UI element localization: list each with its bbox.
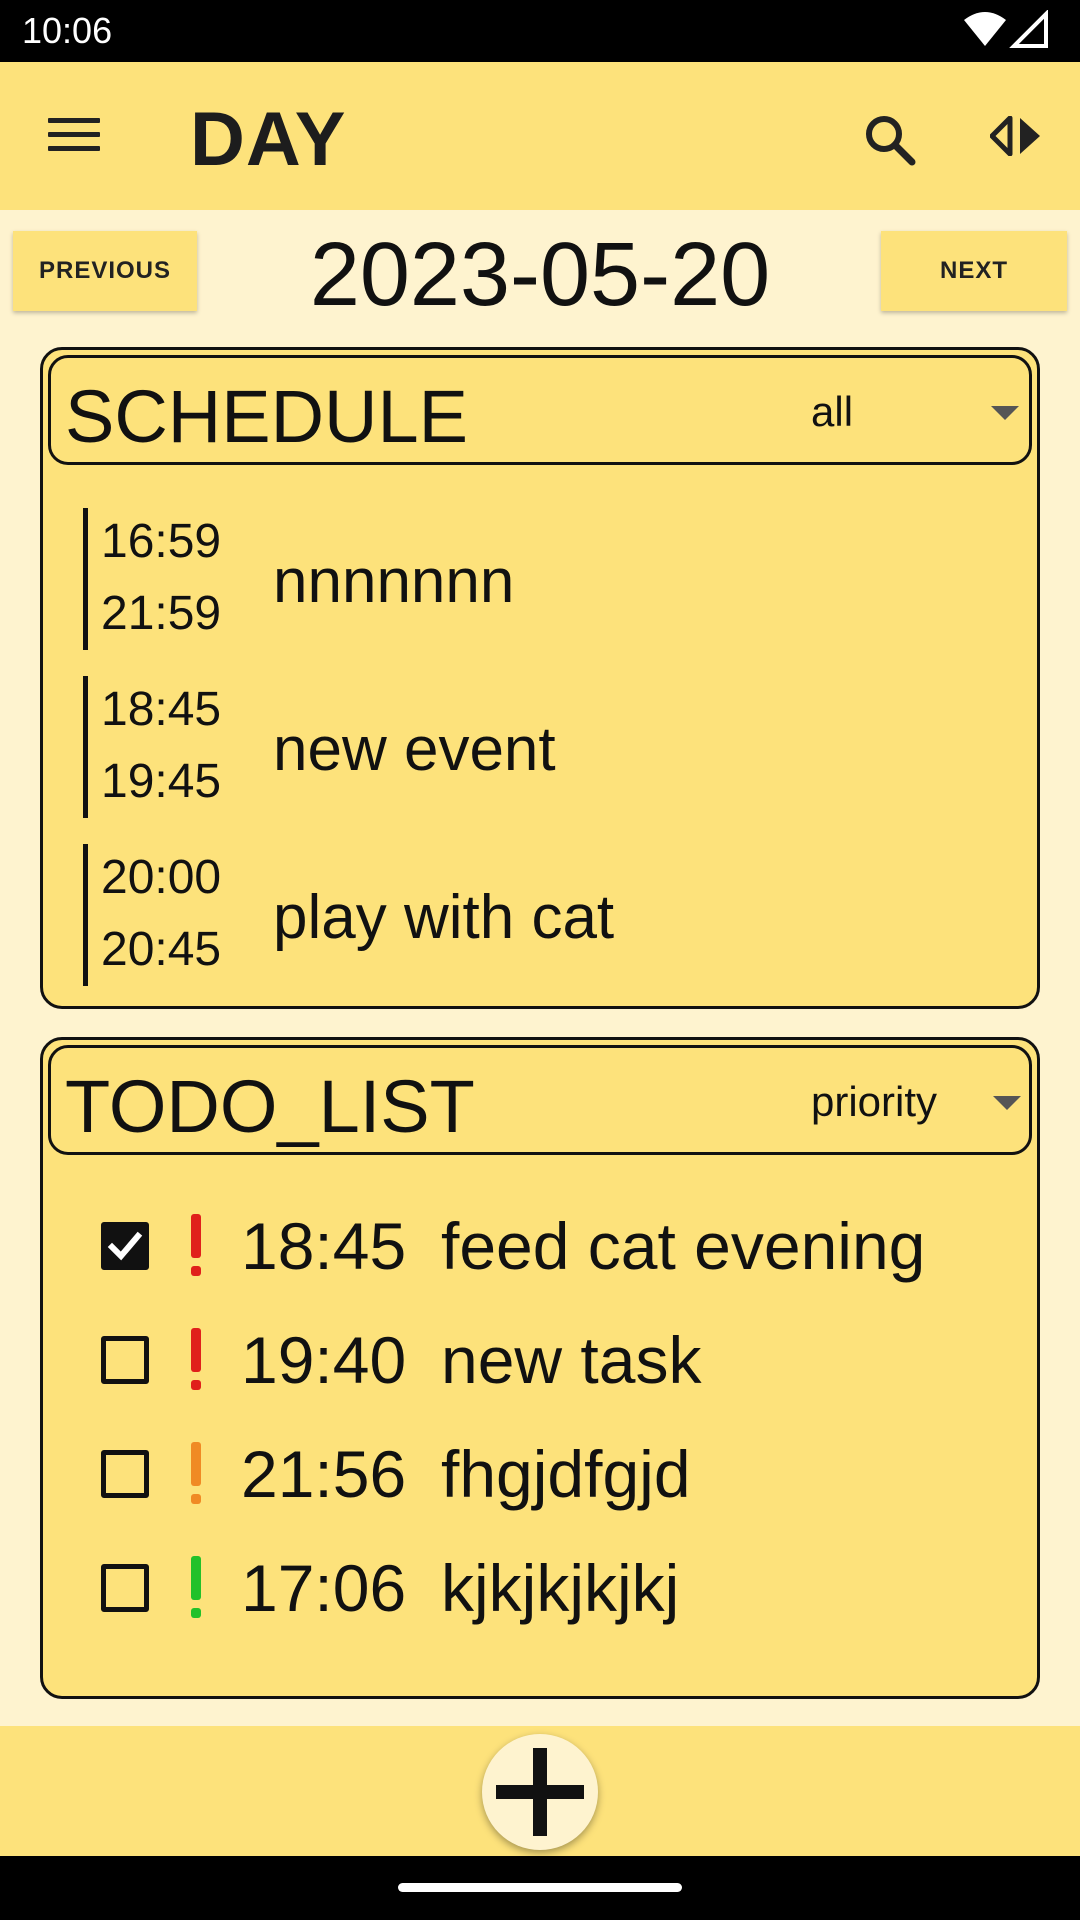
priority-icon <box>191 1556 201 1618</box>
swap-view-icon[interactable] <box>990 116 1042 156</box>
todo-title: new task <box>441 1323 702 1397</box>
todo-checkbox[interactable] <box>101 1336 149 1384</box>
chevron-down-icon <box>991 406 1019 420</box>
priority-icon <box>191 1214 201 1276</box>
schedule-filter-select[interactable]: all <box>811 382 1019 442</box>
status-icons <box>964 10 1048 48</box>
event-title: nnnnnnn <box>273 547 515 616</box>
search-icon[interactable] <box>862 112 918 168</box>
status-time: 10:06 <box>22 10 113 51</box>
schedule-header: SCHEDULE all <box>48 355 1032 465</box>
todo-checkbox[interactable] <box>101 1450 149 1498</box>
home-indicator[interactable] <box>398 1883 682 1892</box>
todo-item[interactable]: 21:56 fhgjdfgjd <box>93 1428 1013 1528</box>
signal-icon <box>1009 10 1048 48</box>
event-bar <box>83 508 88 650</box>
event-bar <box>83 844 88 986</box>
check-icon <box>107 1231 143 1261</box>
todo-time: 21:56 <box>241 1437 407 1511</box>
chevron-down-icon <box>993 1096 1021 1110</box>
menu-icon[interactable] <box>48 118 100 154</box>
event-item[interactable]: 20:00 20:45 play with cat <box>83 844 983 986</box>
schedule-panel: SCHEDULE all 16:59 21:59 nnnnnnn 18:45 1… <box>40 347 1040 1009</box>
app-bar <box>0 62 1080 210</box>
todo-item[interactable]: 18:45 feed cat evening <box>93 1200 1013 1300</box>
event-start-time: 16:59 <box>101 515 222 568</box>
todo-sort-value: priority <box>811 1078 938 1125</box>
priority-icon <box>191 1442 201 1504</box>
event-title: new event <box>273 715 556 784</box>
previous-button[interactable]: PREVIOUS <box>13 231 197 311</box>
todo-time: 19:40 <box>241 1323 407 1397</box>
event-title: play with cat <box>273 883 615 952</box>
todo-title: TODO_LIST <box>65 1065 475 1148</box>
todo-header: TODO_LIST priority <box>48 1045 1032 1155</box>
event-item[interactable]: 18:45 19:45 new event <box>83 676 983 818</box>
plus-icon <box>496 1748 584 1836</box>
event-end-time: 19:45 <box>101 755 222 808</box>
date-display: 2023-05-20 <box>309 225 771 325</box>
todo-title: fhgjdfgjd <box>441 1437 691 1511</box>
event-start-time: 18:45 <box>101 683 222 736</box>
todo-checkbox[interactable] <box>101 1222 149 1270</box>
priority-icon <box>191 1328 201 1390</box>
todo-item[interactable]: 19:40 new task <box>93 1314 1013 1414</box>
todo-checkbox[interactable] <box>101 1564 149 1612</box>
todo-title: kjkjkjkjkj <box>441 1551 680 1625</box>
wifi-icon <box>964 12 1006 46</box>
event-start-time: 20:00 <box>101 851 222 904</box>
add-button[interactable] <box>482 1734 598 1850</box>
todo-time: 17:06 <box>241 1551 407 1625</box>
schedule-title: SCHEDULE <box>65 375 468 458</box>
schedule-filter-value: all <box>811 388 854 435</box>
todo-item[interactable]: 17:06 kjkjkjkjkj <box>93 1542 1013 1642</box>
event-end-time: 20:45 <box>101 923 222 976</box>
todo-panel: TODO_LIST priority 18:45 feed cat evenin… <box>40 1037 1040 1699</box>
event-bar <box>83 676 88 818</box>
todo-time: 18:45 <box>241 1209 407 1283</box>
todo-title: feed cat evening <box>441 1209 926 1283</box>
event-item[interactable]: 16:59 21:59 nnnnnnn <box>83 508 983 650</box>
event-end-time: 21:59 <box>101 587 222 640</box>
next-button[interactable]: NEXT <box>881 231 1067 311</box>
status-bar: 10:06 <box>0 0 1080 62</box>
todo-sort-select[interactable]: priority <box>811 1072 1021 1132</box>
page-title: DAY <box>190 97 347 182</box>
